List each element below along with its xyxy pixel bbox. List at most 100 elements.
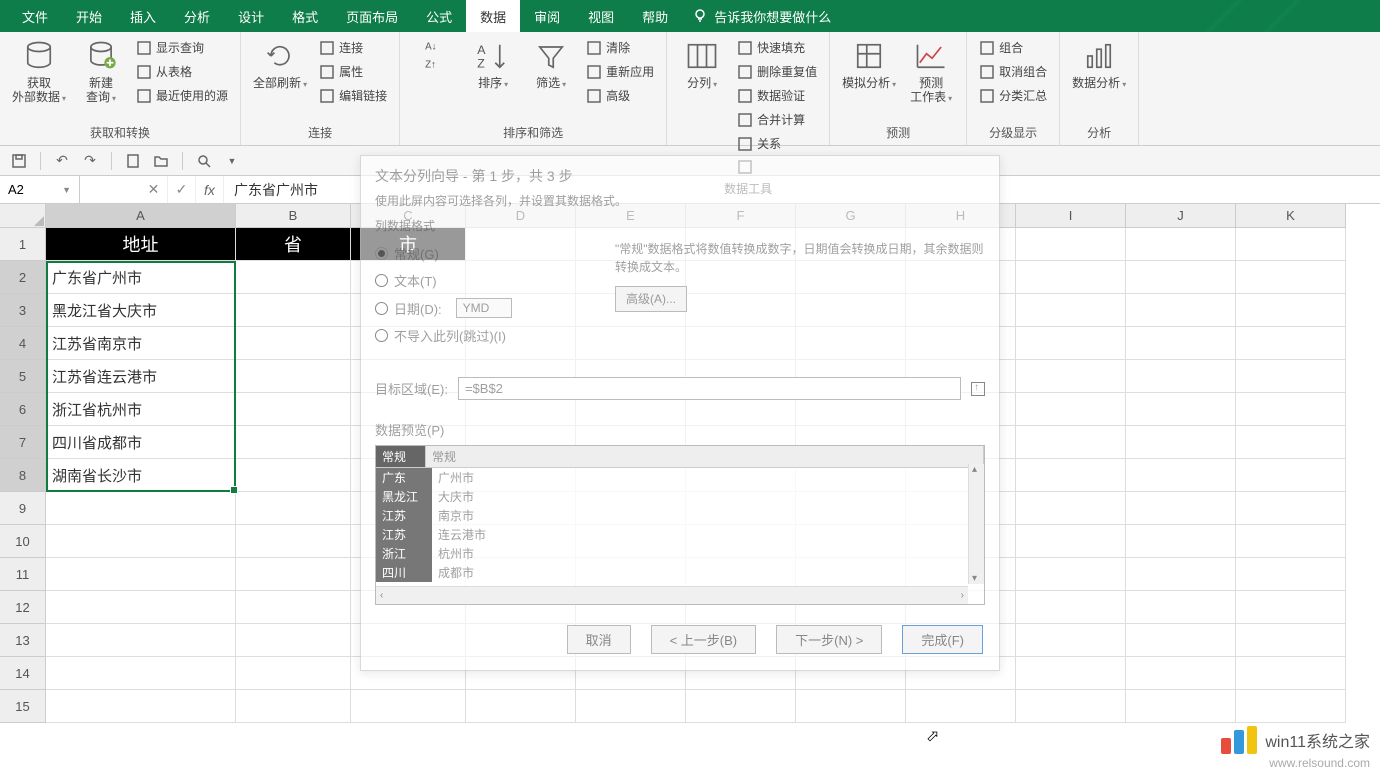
cell-K15[interactable]	[1236, 690, 1346, 723]
menu-item-8[interactable]: 数据	[466, 0, 520, 32]
preview-header-2[interactable]: 常规	[426, 446, 984, 467]
menu-item-10[interactable]: 视图	[574, 0, 628, 32]
qat-dropdown-icon[interactable]: ▼	[221, 150, 243, 172]
cell-B2[interactable]	[236, 261, 351, 294]
menu-item-5[interactable]: 格式	[278, 0, 332, 32]
undo-icon[interactable]: ↶	[51, 150, 73, 172]
cell-K4[interactable]	[1236, 327, 1346, 360]
cell-A13[interactable]	[46, 624, 236, 657]
cell-J9[interactable]	[1126, 492, 1236, 525]
ribbon-btn-排序和筛选-2[interactable]: 筛选▾	[524, 36, 578, 94]
cell-B12[interactable]	[236, 591, 351, 624]
ribbon-small-5-2[interactable]: 分类汇总	[975, 84, 1051, 107]
cell-B8[interactable]	[236, 459, 351, 492]
menu-item-2[interactable]: 插入	[116, 0, 170, 32]
ribbon-small-3-2[interactable]: 数据验证	[733, 84, 821, 107]
row-header-1[interactable]: 1	[0, 228, 46, 261]
menu-item-7[interactable]: 公式	[412, 0, 466, 32]
cancel-formula-icon[interactable]: ✕	[140, 176, 168, 203]
row-header-15[interactable]: 15	[0, 690, 46, 723]
ribbon-btn-排序和筛选-1[interactable]: AZ排序▾	[466, 36, 520, 94]
cell-J7[interactable]	[1126, 426, 1236, 459]
cell-I13[interactable]	[1016, 624, 1126, 657]
ribbon-small-3-1[interactable]: 删除重复值	[733, 60, 821, 83]
ribbon-btn-获取和转换-1[interactable]: 新建查询▾	[74, 36, 128, 108]
ribbon-btn-排序和筛选-0[interactable]: A↓Z↑	[408, 36, 462, 76]
cell-A4[interactable]: 江苏省南京市	[46, 327, 236, 360]
date-format-select[interactable]: YMD	[456, 298, 513, 318]
cell-J2[interactable]	[1126, 261, 1236, 294]
cell-A14[interactable]	[46, 657, 236, 690]
ribbon-small-1-1[interactable]: 属性	[315, 60, 391, 83]
cell-G15[interactable]	[796, 690, 906, 723]
cell-I6[interactable]	[1016, 393, 1126, 426]
col-header-B[interactable]: B	[236, 204, 351, 228]
preview-hscrollbar[interactable]: ‹›	[376, 586, 968, 604]
cell-E15[interactable]	[576, 690, 686, 723]
cell-B11[interactable]	[236, 558, 351, 591]
new-icon[interactable]	[122, 150, 144, 172]
cell-B9[interactable]	[236, 492, 351, 525]
cell-K3[interactable]	[1236, 294, 1346, 327]
finish-button[interactable]: 完成(F)	[902, 625, 983, 654]
cell-K1[interactable]	[1236, 228, 1346, 261]
redo-icon[interactable]: ↷	[79, 150, 101, 172]
cell-K14[interactable]	[1236, 657, 1346, 690]
radio-3[interactable]: 不导入此列(跳过)(I)	[375, 322, 575, 349]
cell-I11[interactable]	[1016, 558, 1126, 591]
menu-item-9[interactable]: 审阅	[520, 0, 574, 32]
row-header-3[interactable]: 3	[0, 294, 46, 327]
ribbon-small-1-0[interactable]: 连接	[315, 36, 391, 59]
cell-A12[interactable]	[46, 591, 236, 624]
cell-J1[interactable]	[1126, 228, 1236, 261]
cell-K6[interactable]	[1236, 393, 1346, 426]
back-button[interactable]: < 上一步(B)	[651, 625, 757, 654]
cell-K8[interactable]	[1236, 459, 1346, 492]
target-range-input[interactable]: =$B$2	[458, 377, 961, 400]
tell-me-input[interactable]: 告诉我你想要做什么	[714, 7, 831, 26]
ribbon-btn-连接-0[interactable]: 全部刷新▾	[249, 36, 311, 94]
cell-K11[interactable]	[1236, 558, 1346, 591]
open-icon[interactable]	[150, 150, 172, 172]
menu-item-4[interactable]: 设计	[224, 0, 278, 32]
cell-I3[interactable]	[1016, 294, 1126, 327]
preview-header-1[interactable]: 常规	[376, 446, 426, 467]
cell-B14[interactable]	[236, 657, 351, 690]
cell-J15[interactable]	[1126, 690, 1236, 723]
ribbon-small-0-2[interactable]: 最近使用的源	[132, 84, 232, 107]
cell-J10[interactable]	[1126, 525, 1236, 558]
cell-K9[interactable]	[1236, 492, 1346, 525]
ribbon-btn-获取和转换-0[interactable]: 获取外部数据▾	[8, 36, 70, 108]
cell-I4[interactable]	[1016, 327, 1126, 360]
ribbon-small-3-0[interactable]: 快速填充	[733, 36, 821, 59]
menu-item-1[interactable]: 开始	[62, 0, 116, 32]
cell-I15[interactable]	[1016, 690, 1126, 723]
cell-A3[interactable]: 黑龙江省大庆市	[46, 294, 236, 327]
row-header-11[interactable]: 11	[0, 558, 46, 591]
fx-icon[interactable]: fx	[196, 176, 224, 203]
row-header-2[interactable]: 2	[0, 261, 46, 294]
cell-J14[interactable]	[1126, 657, 1236, 690]
cell-K7[interactable]	[1236, 426, 1346, 459]
row-header-10[interactable]: 10	[0, 525, 46, 558]
col-header-J[interactable]: J	[1126, 204, 1236, 228]
preview-vscrollbar[interactable]	[968, 464, 984, 584]
ribbon-small-3-4[interactable]: 关系	[733, 132, 821, 155]
print-preview-icon[interactable]	[193, 150, 215, 172]
cell-K10[interactable]	[1236, 525, 1346, 558]
cell-I2[interactable]	[1016, 261, 1126, 294]
cell-J4[interactable]	[1126, 327, 1236, 360]
cell-B13[interactable]	[236, 624, 351, 657]
ribbon-small-2-0[interactable]: 清除	[582, 36, 658, 59]
ribbon-btn-分析-0[interactable]: 数据分析▾	[1068, 36, 1130, 94]
row-header-7[interactable]: 7	[0, 426, 46, 459]
cell-J3[interactable]	[1126, 294, 1236, 327]
cell-I14[interactable]	[1016, 657, 1126, 690]
cell-K12[interactable]	[1236, 591, 1346, 624]
ribbon-small-3-3[interactable]: 合并计算	[733, 108, 821, 131]
ribbon-small-0-0[interactable]: 显示查询	[132, 36, 232, 59]
cell-J5[interactable]	[1126, 360, 1236, 393]
radio-1[interactable]: 文本(T)	[375, 267, 575, 294]
ribbon-small-2-1[interactable]: 重新应用	[582, 60, 658, 83]
col-header-I[interactable]: I	[1016, 204, 1126, 228]
